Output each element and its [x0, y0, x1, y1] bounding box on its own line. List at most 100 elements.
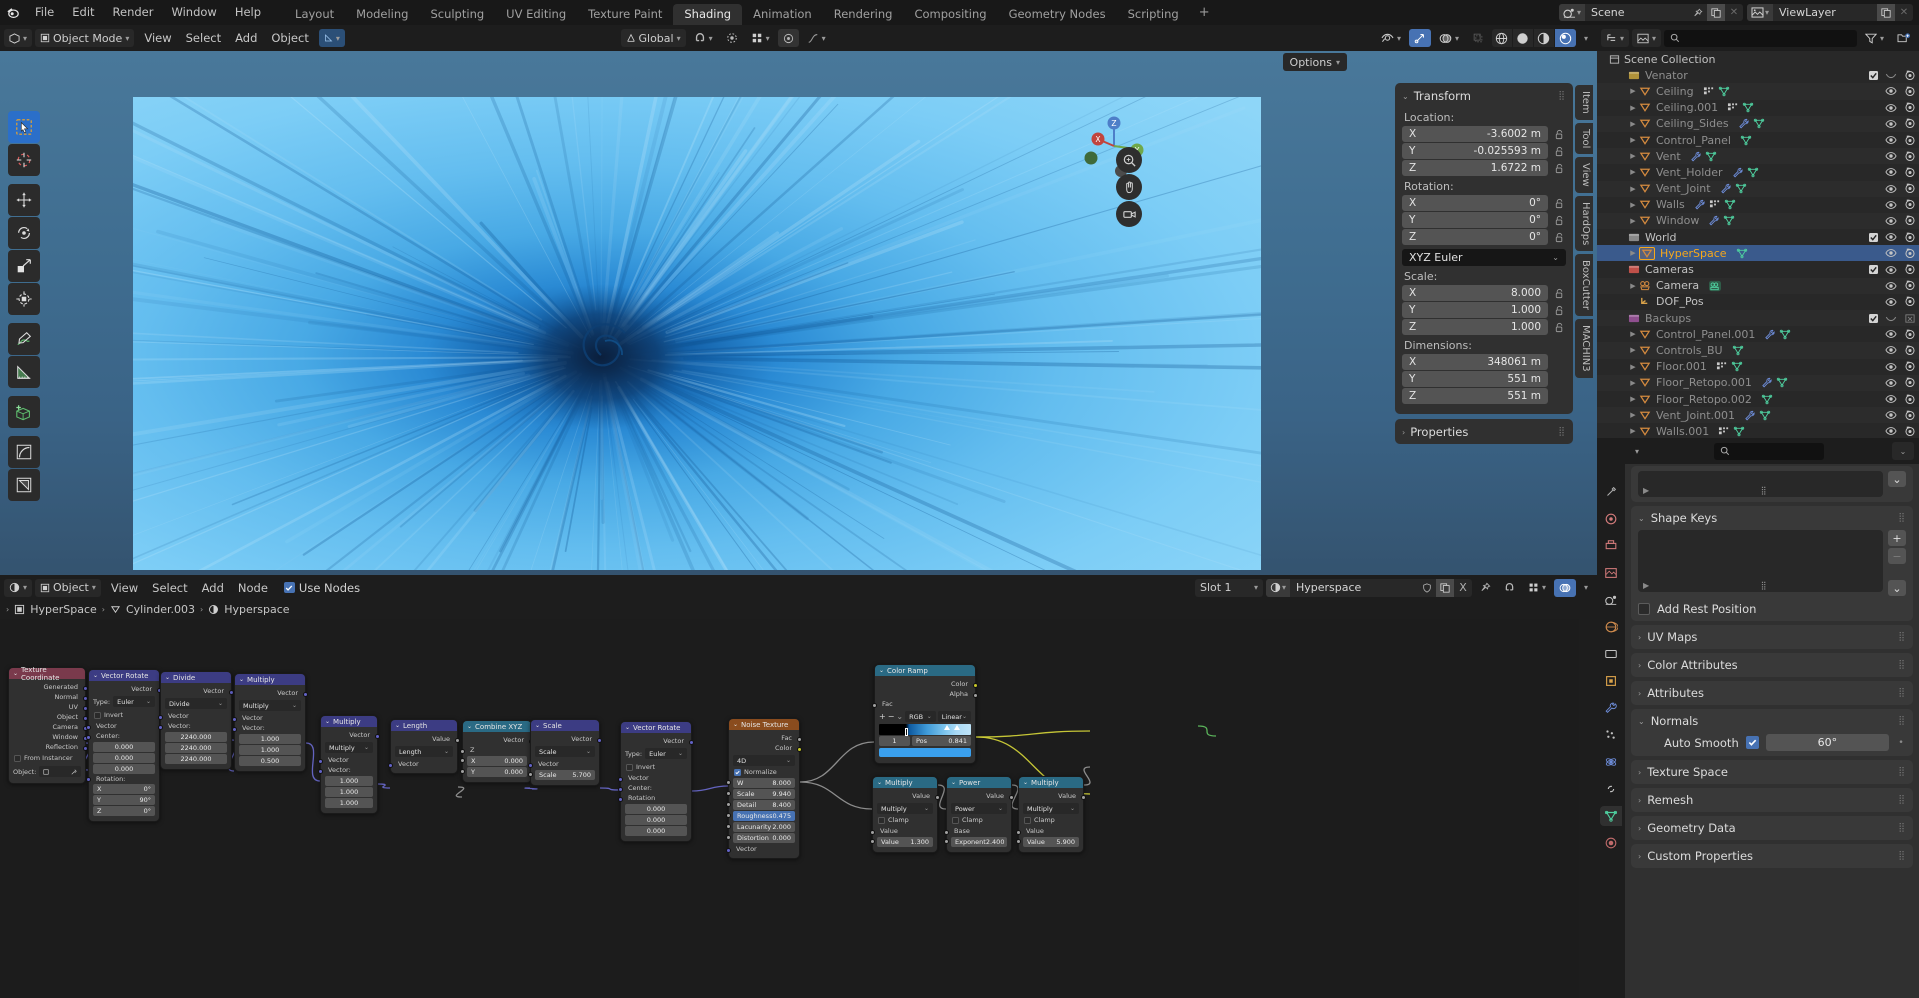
node-param-detail[interactable]: Detail 8.400: [733, 800, 795, 810]
expand-arrow-icon[interactable]: ▶: [1627, 152, 1639, 160]
node-output-socket[interactable]: Value: [951, 791, 1007, 801]
expand-arrow-icon[interactable]: ▶: [1627, 136, 1639, 144]
magnet-icon[interactable]: [1499, 579, 1520, 597]
node-math-multiply-node-b[interactable]: ⌄ Multiply Value Multiply ⌄ Clamp Value Value 5.…: [1018, 776, 1084, 853]
new-material-icon[interactable]: [1436, 579, 1454, 597]
normals-panel-header[interactable]: ⌄ Normals ⣿: [1638, 714, 1906, 728]
node-input-socket[interactable]: Fac: [879, 699, 971, 709]
rotation-x-field[interactable]: X 0°: [1402, 195, 1548, 211]
viewport-sidebar-tab-machin3[interactable]: MACHIN3: [1575, 319, 1593, 378]
properties-viewlayer-tab[interactable]: [1600, 563, 1622, 583]
node-header[interactable]: ⌄ Multiply: [321, 716, 377, 727]
outliner-row-window[interactable]: ▶ Window: [1597, 213, 1919, 229]
node-dropdown[interactable]: Multiply ⌄: [325, 742, 373, 753]
render-visibility-icon[interactable]: [1904, 329, 1916, 340]
node-header[interactable]: ⌄ Color Ramp: [875, 665, 975, 676]
node-vector-field[interactable]: 1.000: [325, 787, 373, 797]
node-vector-field[interactable]: 2240.000: [165, 743, 227, 753]
node-input-socket[interactable]: Vector: [625, 773, 687, 783]
add-shapekey-button[interactable]: +: [1888, 530, 1906, 546]
breadcrumb-item-2[interactable]: Hyperspace: [224, 603, 289, 616]
visibility-toggle-icon[interactable]: [1885, 297, 1897, 307]
properties-physics-tab[interactable]: [1600, 752, 1622, 772]
checkbox-icon[interactable]: [734, 769, 741, 776]
auto-smooth-angle-field[interactable]: 60°: [1766, 734, 1889, 751]
remove-shapekey-button[interactable]: −: [1888, 548, 1906, 564]
expand-arrow-icon[interactable]: ▶: [1627, 217, 1639, 225]
expand-arrow-icon[interactable]: ▶: [1627, 363, 1639, 371]
editor-type-3dview-icon[interactable]: ▾: [4, 29, 32, 47]
visibility-toggle-icon[interactable]: [1885, 151, 1897, 161]
shading-solid-button[interactable]: [1513, 29, 1534, 47]
node-graph-canvas[interactable]: ⌄ Texture Coordinate Generated Normal UV Obje…: [0, 619, 1597, 998]
measure-tool[interactable]: [8, 356, 40, 388]
falloff-curve-icon[interactable]: ▾: [802, 29, 831, 47]
add-rest-position-toggle[interactable]: Add Rest Position: [1638, 602, 1906, 616]
expand-arrow-icon[interactable]: ▶: [1627, 346, 1639, 354]
unlocked-padlock-icon[interactable]: [1552, 163, 1566, 174]
node-vector-field[interactable]: 1.000: [325, 798, 373, 808]
node-input-socket[interactable]: Vector: [165, 711, 227, 721]
expand-arrow-icon[interactable]: ▶: [1627, 120, 1639, 128]
viewport-sidebar-tab-tool[interactable]: Tool: [1575, 123, 1593, 154]
node-checkbox[interactable]: Clamp: [951, 816, 1007, 824]
filter-icon[interactable]: ▾: [1860, 29, 1889, 47]
node-vector-field[interactable]: 0.500: [239, 756, 301, 766]
remove-stop-button[interactable]: −: [888, 712, 895, 721]
viewport-menu-select[interactable]: Select: [179, 29, 228, 47]
overlay-options-dropdown[interactable]: ▾: [1579, 579, 1593, 597]
render-visibility-icon[interactable]: [1904, 215, 1916, 226]
outliner-row-cameras[interactable]: Cameras: [1597, 261, 1919, 277]
menu-help[interactable]: Help: [226, 0, 270, 25]
pin-icon[interactable]: [1475, 579, 1496, 597]
render-visibility-icon[interactable]: [1904, 167, 1916, 178]
scale-y-field[interactable]: Y 1.000: [1402, 302, 1548, 318]
node-vector-field[interactable]: 0.000: [93, 764, 155, 774]
node-header[interactable]: ⌄ Vector Rotate: [621, 722, 691, 733]
node-axis-field[interactable]: X 0.000: [467, 756, 527, 766]
node-math-multiply-node-a[interactable]: ⌄ Multiply Value Multiply ⌄ Clamp Value Value 1.…: [872, 776, 938, 853]
render-visibility-icon[interactable]: [1904, 86, 1916, 97]
workspace-tab-uv-editing[interactable]: UV Editing: [495, 4, 577, 25]
node-input-socket[interactable]: Vector:: [165, 721, 227, 731]
expand-arrow-icon[interactable]: ▶: [1627, 168, 1639, 176]
visibility-toggle-icon[interactable]: [1885, 135, 1897, 145]
ramp-selected-color-swatch[interactable]: [879, 748, 971, 757]
workspace-tab-texture-paint[interactable]: Texture Paint: [577, 4, 673, 25]
properties-object-tab[interactable]: [1600, 671, 1622, 691]
color-attributes-panel[interactable]: › Color Attributes ⣿: [1631, 653, 1913, 677]
workspace-tab-animation[interactable]: Animation: [742, 4, 823, 25]
viewport-shading-modes[interactable]: [1492, 29, 1576, 47]
node-output-socket[interactable]: Camera: [13, 722, 81, 732]
node-noise-texture-node[interactable]: ⌄ Noise Texture Fac Color 4D ⌄ Normalize W 8.000…: [728, 718, 800, 859]
node-combine-xyz-node[interactable]: ⌄ Combine XYZ Vector Z X 0.000 Y 0.000: [462, 720, 532, 783]
checkbox-icon[interactable]: [878, 817, 885, 824]
snap-node-icon[interactable]: ▾: [1523, 579, 1551, 597]
pan-hand-icon[interactable]: [1116, 174, 1142, 200]
workspace-tab-geometry-nodes[interactable]: Geometry Nodes: [998, 4, 1117, 25]
outliner-tree[interactable]: Scene Collection Venator ▶ Ceiling ▶ Ceiling…: [1597, 51, 1919, 438]
render-visibility-icon[interactable]: [1904, 410, 1916, 421]
node-vector-field[interactable]: 2240.000: [165, 732, 227, 742]
use-nodes-toggle[interactable]: Use Nodes: [278, 581, 360, 595]
delete-viewlayer-icon[interactable]: ✕: [1895, 4, 1913, 21]
rotation-y-field[interactable]: Y 0°: [1402, 212, 1548, 228]
render-visibility-icon[interactable]: [1904, 280, 1916, 291]
expand-arrow-icon[interactable]: ▶: [1627, 427, 1639, 435]
auto-smooth-checkbox[interactable]: [1746, 736, 1759, 749]
node-vector-math-divide-node[interactable]: ⌄ Divide Vector Divide ⌄ Vector Vector: 2240.00…: [160, 671, 232, 770]
node-vector-math-multiply-node[interactable]: ⌄ Multiply Vector Multiply ⌄ Vector Vector: 1.0…: [234, 673, 306, 772]
node-output-socket[interactable]: Value: [395, 734, 453, 744]
visibility-toggle-icon[interactable]: [1885, 232, 1897, 242]
proportional-edit-icon[interactable]: [721, 29, 743, 47]
ramp-color-mode[interactable]: RGB ⌄: [905, 711, 936, 722]
location-y-field[interactable]: Y -0.025593 m: [1402, 143, 1548, 159]
outliner-row-ceiling-sides[interactable]: ▶ Ceiling_Sides: [1597, 116, 1919, 132]
pin-icon[interactable]: [1689, 4, 1707, 21]
node-vector-math-length-node[interactable]: ⌄ Length Value Length ⌄ Vector: [390, 719, 458, 774]
properties-tool-tab[interactable]: [1600, 482, 1622, 502]
node-color-ramp-node[interactable]: ⌄ Color Ramp Color Alpha Fac + − ⌄ RGB ⌄ Linear ⌄ 1 P…: [874, 664, 976, 764]
node-vector-field[interactable]: 1.000: [325, 776, 373, 786]
expand-arrow-icon[interactable]: ▶: [1627, 249, 1639, 257]
node-dropdown[interactable]: Scale ⌄: [535, 746, 595, 757]
